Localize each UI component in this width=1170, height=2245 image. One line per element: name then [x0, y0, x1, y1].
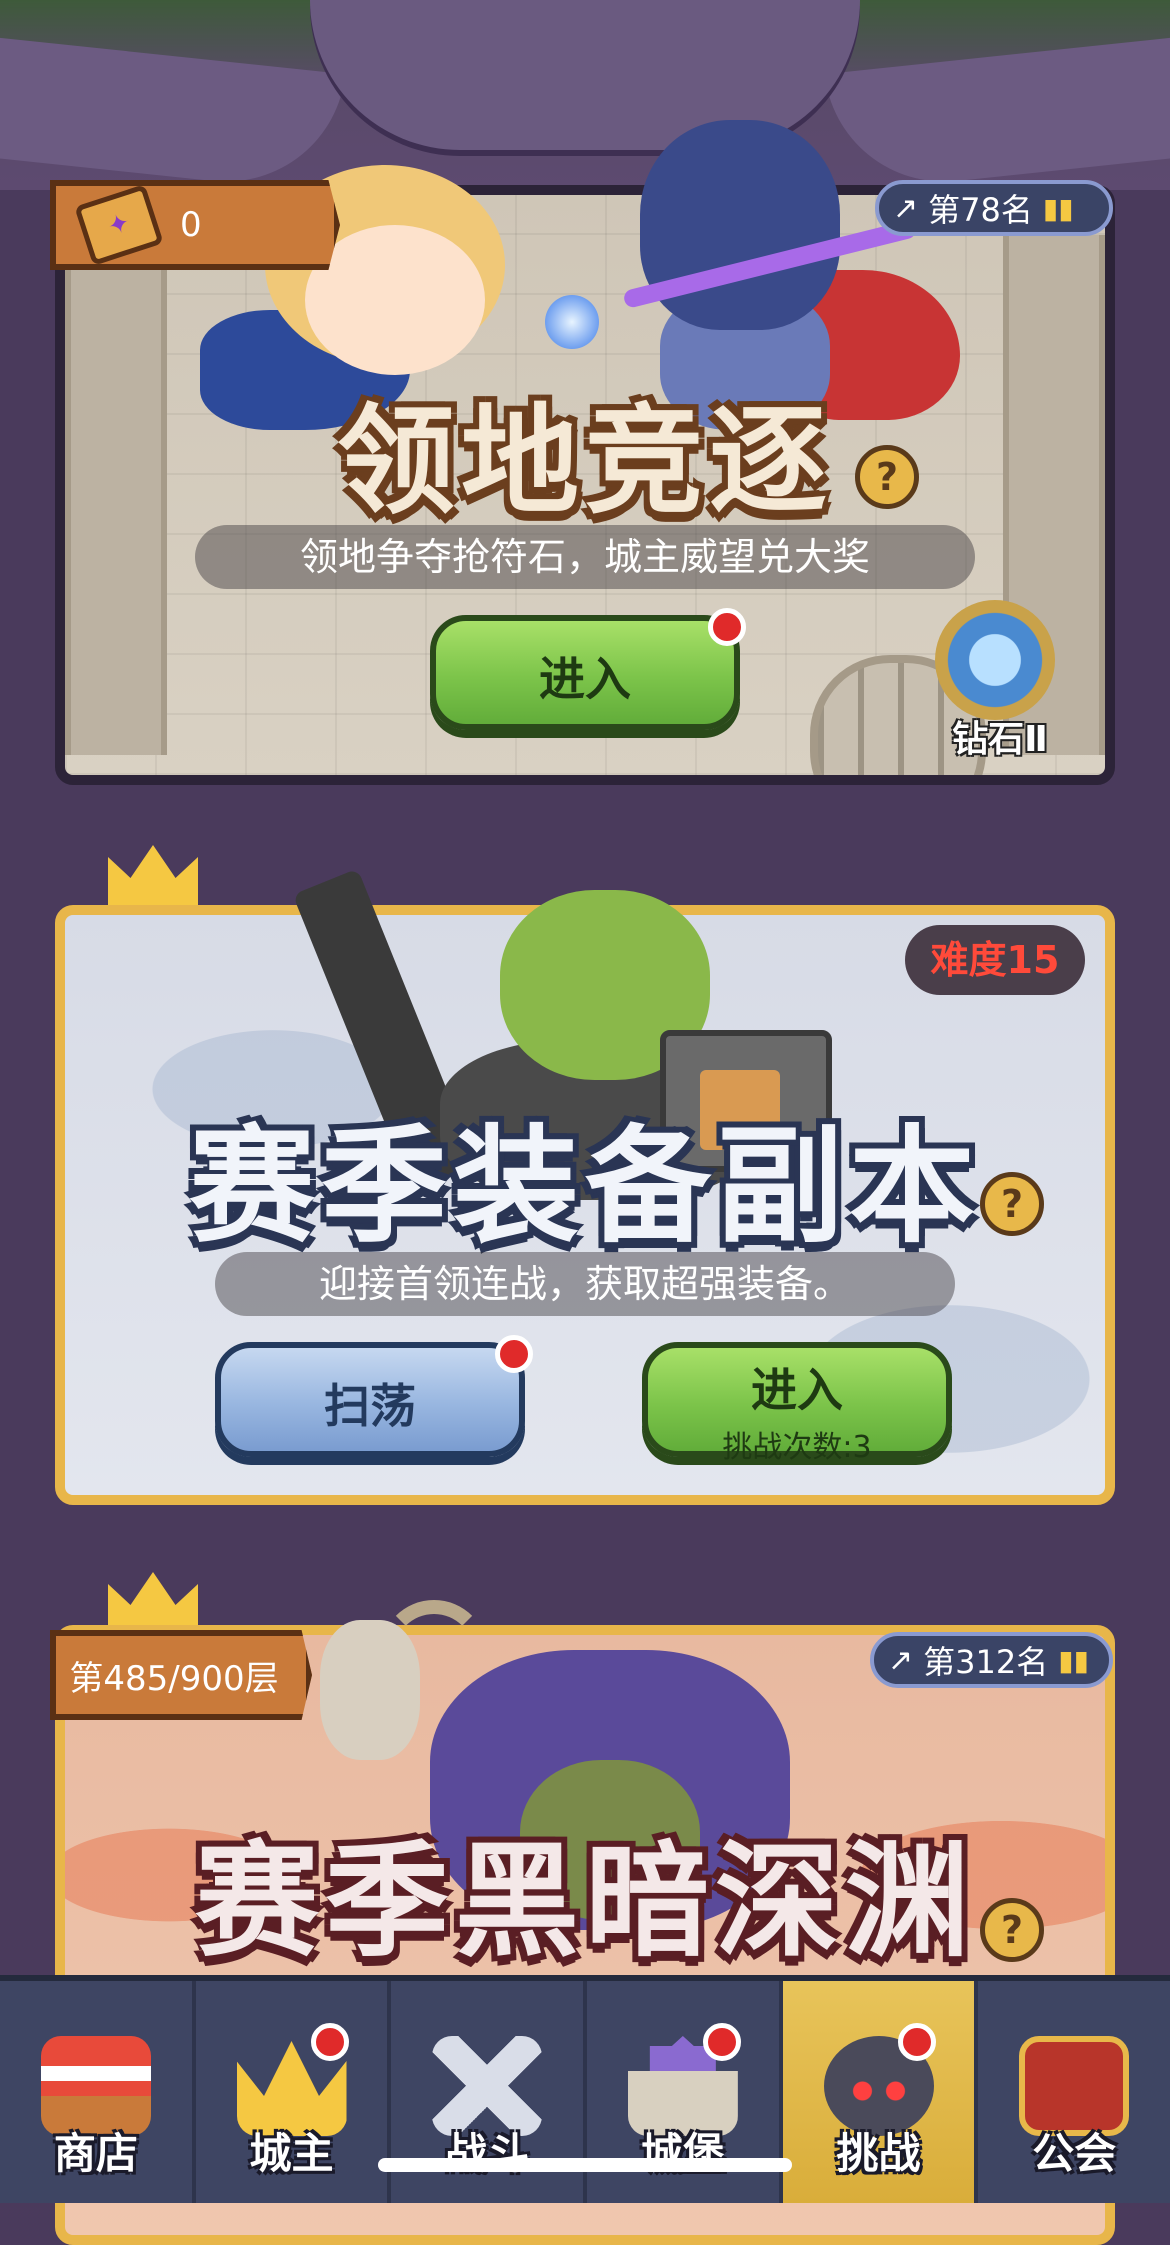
nav-notification-dot — [311, 2023, 350, 2061]
dark-elf-head — [640, 120, 840, 330]
rune-scroll-icon: ✦ — [74, 184, 164, 266]
nav-label: 挑战 — [836, 2129, 921, 2178]
crown-decoration-icon — [108, 845, 198, 905]
currency-ribbon: ✦ 0 — [50, 180, 340, 270]
attempts-label: 挑战次数:3 — [722, 1430, 872, 1465]
abyss-help-icon[interactable]: ? — [980, 1898, 1044, 1962]
abyss-rank-text: 第312名 — [923, 1643, 1049, 1681]
nav-label: 城主 — [249, 2129, 334, 2178]
trend-up-icon: ↗ — [888, 1642, 914, 1678]
territory-rank-text: 第78名 — [928, 191, 1033, 229]
sweep-notification-dot — [495, 1335, 533, 1373]
abyss-rank-badge[interactable]: ↗ 第312名 ▮▮ — [870, 1632, 1113, 1688]
leaderboard-icon: ▮▮ — [1042, 191, 1074, 225]
territory-enter-label: 进入 — [539, 652, 631, 706]
nav-notification-dot — [702, 2023, 741, 2061]
crown-decoration-icon — [108, 1572, 198, 1632]
territory-rank-badge[interactable]: ↗ 第78名 ▮▮ — [875, 180, 1113, 236]
currency-count: 0 — [180, 205, 202, 245]
nav-label: 商店 — [53, 2129, 138, 2178]
territory-help-icon[interactable]: ? — [855, 445, 919, 509]
dungeon-enter-label: 进入 — [751, 1363, 843, 1417]
difficulty-badge: 难度15 — [905, 925, 1085, 995]
nav-tab-challenge[interactable]: 挑战 — [782, 1981, 979, 2203]
tier-label: 钻石Ⅱ — [952, 719, 1048, 760]
magic-orb — [545, 295, 599, 349]
floor-progress-ribbon: 第485/900层 — [50, 1630, 312, 1720]
demon-horn — [380, 1600, 488, 1708]
leaderboard-icon: ▮▮ — [1058, 1643, 1090, 1677]
home-indicator[interactable] — [378, 2158, 792, 2172]
dungeon-help-icon[interactable]: ? — [980, 1172, 1044, 1236]
sweep-label: 扫荡 — [324, 1379, 416, 1433]
floor-progress-text: 第485/900层 — [69, 1658, 279, 1699]
diamond-tier-emblem-icon — [935, 600, 1055, 720]
nav-tab-guild[interactable]: 公会 — [978, 1981, 1170, 2203]
dungeon-subtitle: 迎接首领连战，获取超强装备。 — [215, 1252, 955, 1316]
trend-up-icon: ↗ — [893, 190, 919, 226]
sweep-button[interactable]: 扫荡 — [215, 1342, 525, 1457]
territory-notification-dot — [708, 608, 746, 646]
nav-tab-lord[interactable]: 城主 — [196, 1981, 392, 2203]
nav-tab-shop[interactable]: 商店 — [0, 1981, 196, 2203]
nav-label: 公会 — [1032, 2129, 1117, 2178]
nav-notification-dot — [898, 2023, 937, 2061]
territory-title: 领地竞逐 — [336, 392, 833, 530]
territory-subtitle: 领地争夺抢符石，城主威望兑大奖 — [195, 525, 975, 589]
territory-enter-button[interactable]: 进入 — [430, 615, 740, 730]
dungeon-enter-button[interactable]: 进入 挑战次数:3 — [642, 1342, 952, 1465]
